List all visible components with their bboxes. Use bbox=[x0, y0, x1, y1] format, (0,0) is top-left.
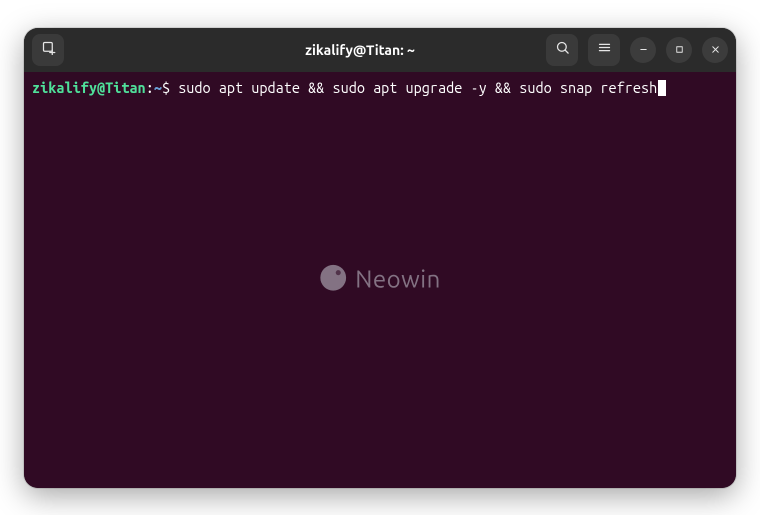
search-button[interactable] bbox=[546, 34, 578, 66]
new-tab-button[interactable] bbox=[32, 34, 64, 66]
new-tab-icon bbox=[41, 40, 56, 59]
prompt-path: ~ bbox=[154, 79, 162, 96]
minimize-button[interactable] bbox=[630, 37, 656, 63]
terminal-window: zikalify@Titan: ~ bbox=[24, 28, 736, 488]
minimize-icon bbox=[638, 41, 649, 59]
close-button[interactable] bbox=[702, 37, 728, 63]
search-icon bbox=[555, 40, 570, 59]
titlebar: zikalify@Titan: ~ bbox=[24, 28, 736, 72]
watermark-text: Neowin bbox=[355, 263, 441, 295]
terminal-body[interactable]: zikalify@Titan:~$ sudo apt update && sud… bbox=[24, 72, 736, 488]
prompt-line: zikalify@Titan:~$ sudo apt update && sud… bbox=[32, 78, 728, 98]
window-title: zikalify@Titan: ~ bbox=[200, 42, 520, 58]
menu-button[interactable] bbox=[588, 34, 620, 66]
prompt-user-host: zikalify@Titan bbox=[32, 79, 146, 96]
titlebar-left-group bbox=[32, 34, 192, 66]
hamburger-menu-icon bbox=[597, 40, 612, 59]
prompt-symbol: $ bbox=[162, 79, 170, 96]
titlebar-right-group bbox=[528, 34, 728, 66]
close-icon bbox=[710, 41, 721, 59]
neowin-logo-icon bbox=[319, 263, 347, 296]
cursor bbox=[658, 80, 666, 96]
watermark: Neowin bbox=[319, 263, 441, 296]
command-text: sudo apt update && sudo apt upgrade -y &… bbox=[178, 79, 657, 96]
prompt-colon: : bbox=[146, 79, 154, 96]
maximize-button[interactable] bbox=[666, 37, 692, 63]
maximize-icon bbox=[674, 41, 685, 59]
